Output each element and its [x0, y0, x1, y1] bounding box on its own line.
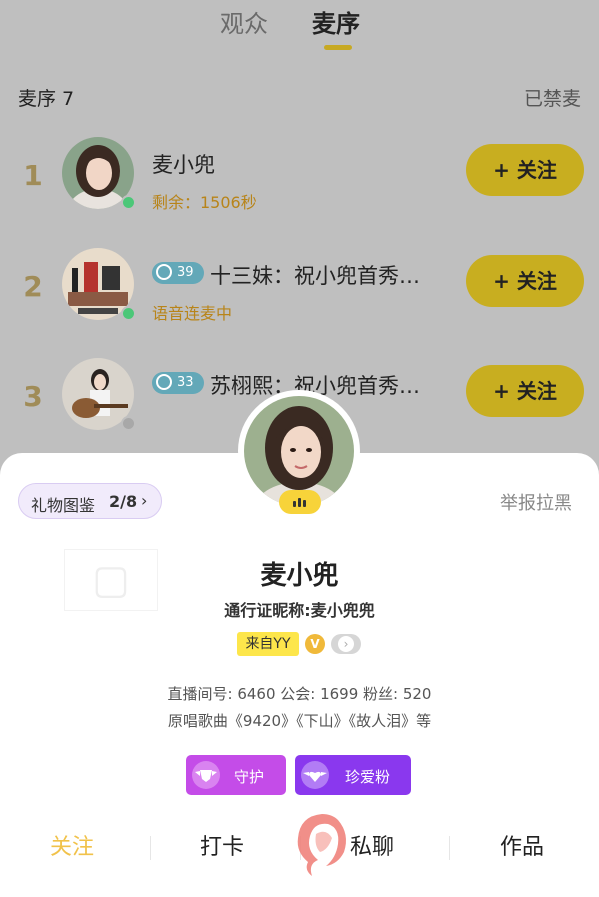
more-badges-button[interactable]: ›: [331, 634, 361, 654]
crown-icon: [156, 374, 172, 390]
guard-button[interactable]: 守护: [186, 755, 286, 795]
queue-title: 麦序 7: [18, 88, 75, 110]
watermark-logo: [297, 814, 346, 876]
divider: [449, 836, 450, 860]
follow-button[interactable]: + 关注: [466, 365, 584, 417]
voice-bars-icon: [279, 490, 321, 514]
voice-connect-status: 语音连麦中: [152, 304, 233, 323]
active-tab-indicator: [324, 45, 352, 50]
crown-icon: [156, 264, 172, 280]
source-tag: 来自YY: [237, 632, 299, 656]
online-status-dot: [121, 195, 136, 210]
level-badge: 33: [152, 372, 204, 394]
tab-audience[interactable]: 观众: [220, 4, 268, 39]
user-name: 麦小兜: [152, 153, 215, 177]
original-songs: 原唱歌曲《9420》《下山》《故人泪》等: [167, 712, 432, 730]
user-name: 十三妹：祝小兜首秀…: [210, 264, 420, 288]
online-status-dot: [121, 306, 136, 321]
follow-button[interactable]: + 关注: [466, 255, 584, 307]
follow-tab[interactable]: 关注: [50, 829, 94, 861]
works-tab[interactable]: 作品: [500, 829, 544, 861]
user-name: 苏栩熙：祝小兜首秀…: [210, 374, 420, 398]
heart-wing-icon: [301, 761, 329, 789]
divider: [150, 836, 151, 860]
report-block-button[interactable]: 举报拉黑: [500, 489, 572, 515]
queue-row-1[interactable]: 1 麦小兜 剩余：1506秒 + 关注: [0, 137, 599, 237]
rank-number: 3: [23, 380, 43, 413]
profile-name: 麦小兜: [260, 561, 339, 591]
remaining-time: 剩余：1506秒: [152, 193, 257, 212]
rank-number: 1: [23, 159, 43, 192]
offline-status-dot: [121, 416, 136, 431]
follow-button[interactable]: + 关注: [466, 144, 584, 196]
fan-button[interactable]: 珍爱粉: [295, 755, 411, 795]
level-badge: 39: [152, 262, 204, 284]
chevron-right-icon: ›: [141, 491, 148, 510]
verified-icon: V: [305, 634, 325, 654]
gift-collection-button[interactable]: 礼物图鉴 2/8 ›: [18, 483, 162, 519]
checkin-tab[interactable]: 打卡: [200, 829, 244, 861]
tab-mic-queue[interactable]: 麦序: [312, 4, 360, 39]
profile-stats: 直播间号: 6460 公会: 1699 粉丝: 520: [167, 685, 432, 703]
queue-row-2[interactable]: 2 39 十三妹：祝小兜首秀… 语音连麦中 + 关注: [0, 248, 599, 348]
shield-wing-icon: [192, 761, 220, 789]
mic-muted-button[interactable]: 已禁麦: [524, 84, 581, 111]
chevron-right-icon: ›: [338, 636, 354, 652]
passport-nickname: 通行证昵称:麦小兜兜: [224, 601, 375, 620]
rank-number: 2: [23, 270, 43, 303]
